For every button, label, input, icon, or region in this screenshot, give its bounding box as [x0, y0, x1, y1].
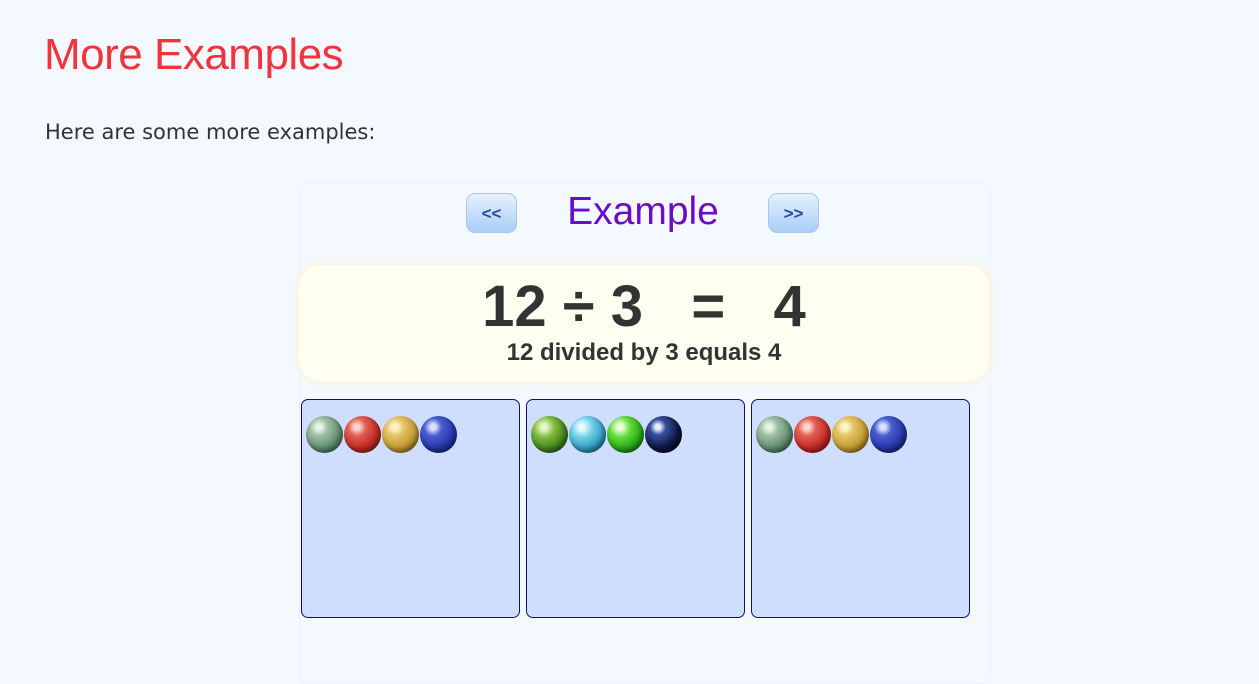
marble-group-3 — [751, 399, 970, 618]
red-speckled-marble-icon — [794, 416, 831, 453]
blue-marble-icon — [870, 416, 907, 453]
equation: 12 ÷ 3 = 4 — [482, 274, 806, 339]
green-marble-icon — [607, 416, 644, 453]
green-speckled-marble-icon — [756, 416, 793, 453]
equation-box: 12 ÷ 3 = 4 12 divided by 3 equals 4 — [299, 265, 989, 381]
red-speckled-marble-icon — [344, 416, 381, 453]
gold-speckled-marble-icon — [832, 416, 869, 453]
green-swirl-marble-icon — [531, 416, 568, 453]
marble-group-1 — [301, 399, 520, 618]
blue-marble-icon — [420, 416, 457, 453]
page-title: More Examples — [44, 30, 344, 79]
marble-group-2 — [526, 399, 745, 618]
example-title: Example — [567, 190, 719, 233]
next-example-button[interactable]: >> — [768, 193, 819, 233]
previous-example-button[interactable]: << — [466, 193, 517, 233]
equation-words: 12 divided by 3 equals 4 — [506, 339, 782, 366]
dark-blue-marble-icon — [645, 416, 682, 453]
teal-swirl-marble-icon — [569, 416, 606, 453]
green-speckled-marble-icon — [306, 416, 343, 453]
gold-speckled-marble-icon — [382, 416, 419, 453]
intro-text: Here are some more examples: — [45, 120, 376, 144]
